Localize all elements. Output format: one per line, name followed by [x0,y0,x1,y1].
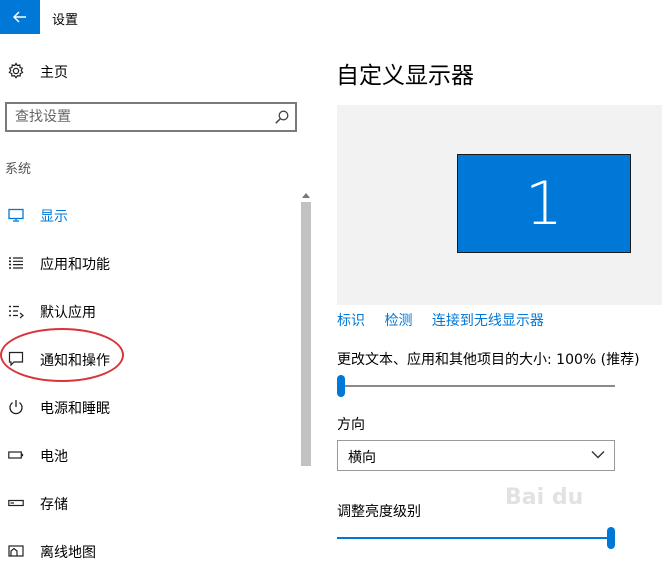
navigation-pane: 主页 系统 显示 应用和功能 [0,34,312,561]
apps-list-icon [9,257,23,269]
nav-item-display[interactable]: 显示 [0,194,300,242]
display-preview: 1 [337,105,662,305]
nav-item-label: 显示 [40,209,68,225]
nav-item-notifications[interactable]: 通知和操作 [0,338,300,386]
default-apps-icon [9,305,24,319]
brightness-label: 调整亮度级别 [337,504,421,520]
search-input[interactable] [15,108,265,126]
nav-item-offline-maps[interactable]: 离线地图 [0,530,300,578]
nav-item-label: 离线地图 [40,545,96,561]
identify-link[interactable]: 标识 [337,313,365,329]
home-nav-item[interactable]: 主页 [0,54,300,88]
battery-icon [8,451,24,459]
scroll-up-button[interactable] [301,190,311,200]
nav-item-label: 通知和操作 [40,353,110,369]
scale-label: 更改文本、应用和其他项目的大小: 100% (推荐) [337,352,640,368]
nav-list: 显示 应用和功能 默认应用 通知和操作 电源和睡眠 电池 存储 离线地图 [0,194,300,578]
title-bar: 设置 [0,0,662,34]
display-links: 标识 检测 连接到无线显示器 [337,310,559,330]
notification-icon [8,351,24,367]
scroll-thumb[interactable] [301,202,311,466]
nav-item-power-sleep[interactable]: 电源和睡眠 [0,386,300,434]
storage-icon [8,499,24,507]
nav-item-label: 存储 [40,497,68,513]
scale-slider[interactable] [337,374,617,398]
brightness-slider[interactable] [337,526,622,550]
nav-item-battery[interactable]: 电池 [0,434,300,482]
orientation-selected-value: 横向 [348,450,376,466]
detect-link[interactable]: 检测 [384,313,412,329]
group-header-system: 系统 [5,162,32,177]
nav-scrollbar[interactable] [300,190,312,557]
search-icon[interactable] [274,109,290,125]
scroll-up-arrow-icon [302,192,310,198]
nav-item-label: 电源和睡眠 [40,401,110,417]
nav-item-label: 电池 [40,449,68,465]
nav-item-label: 应用和功能 [40,257,110,273]
scale-slider-track [337,385,615,387]
orientation-dropdown[interactable]: 横向 [337,440,615,471]
home-label: 主页 [40,65,68,81]
window-title: 设置 [52,13,79,28]
brightness-slider-track [337,537,615,539]
gear-icon [8,62,24,79]
scale-slider-thumb[interactable] [337,375,345,397]
orientation-label: 方向 [337,417,365,433]
connect-wireless-display-link[interactable]: 连接到无线显示器 [432,313,544,329]
search-box[interactable] [5,102,297,132]
nav-item-default-apps[interactable]: 默认应用 [0,290,300,338]
content-pane: 自定义显示器 1 标识 检测 连接到无线显示器 更改文本、应用和其他项目的大小:… [312,34,662,557]
power-icon [9,400,23,415]
monitor-1[interactable]: 1 [457,154,631,253]
brightness-slider-thumb[interactable] [607,527,615,549]
back-arrow-icon [13,11,26,23]
page-title: 自定义显示器 [336,63,474,89]
display-icon [8,208,24,222]
nav-item-apps-features[interactable]: 应用和功能 [0,242,300,290]
monitor-number: 1 [524,168,564,239]
nav-item-storage[interactable]: 存储 [0,482,300,530]
nav-item-label: 默认应用 [40,305,96,321]
back-button[interactable] [0,0,40,34]
chevron-down-icon [591,451,605,459]
